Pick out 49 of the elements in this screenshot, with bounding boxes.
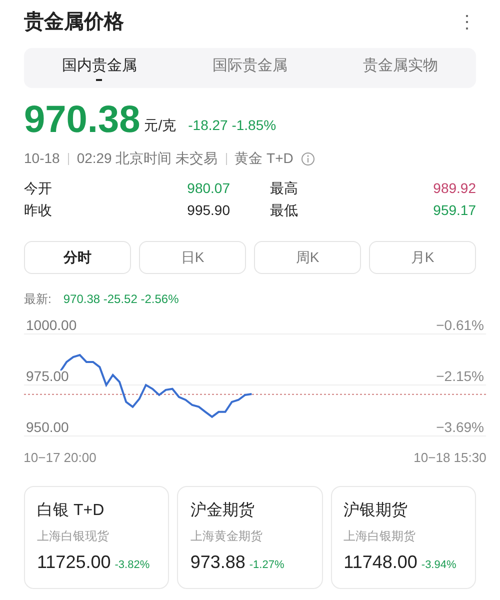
y-axis-label: 950.00: [26, 419, 69, 435]
tab[interactable]: 国际贵金属: [174, 48, 326, 88]
stat-value: 995.90: [187, 201, 230, 220]
y-axis-label: 1000.00: [26, 317, 77, 333]
stat-label: 最高: [270, 179, 298, 198]
latest-value: 970.38 -25.52 -2.56%: [63, 291, 179, 308]
market-card[interactable]: 白银 T+D 上海白银现货 11725.00 -3.82%: [24, 486, 170, 589]
stat-label: 昨收: [24, 201, 52, 220]
card-title: 沪金期货: [190, 500, 256, 521]
quote-date: 10-18: [24, 149, 60, 168]
stat-label: 最低: [270, 201, 298, 220]
stat-label: 今开: [24, 179, 52, 198]
card-price: 973.88: [190, 551, 246, 574]
price-change: -18.27 -1.85%: [188, 116, 276, 135]
page-title: 贵金属价格: [24, 10, 124, 35]
period-tab[interactable]: 分时: [24, 241, 131, 274]
card-title: 沪银期货: [344, 500, 409, 521]
latest-label: 最新:: [24, 291, 52, 308]
card-subtitle: 上海白银现货: [37, 528, 110, 545]
current-price: 970.38: [24, 100, 140, 140]
quote-time: 02:29 北京时间 未交易: [76, 149, 218, 168]
percent-label: −0.61%: [436, 317, 484, 333]
card-price: 11725.00: [37, 551, 111, 574]
info-icon[interactable]: [301, 152, 316, 166]
market-card[interactable]: 沪金期货 上海黄金期货 973.88 -1.27%: [177, 486, 323, 589]
card-subtitle: 上海白银期货: [344, 528, 417, 545]
percent-label: −2.15%: [436, 368, 484, 384]
x-axis-label: 10−18 15:30: [414, 450, 486, 465]
period-tab[interactable]: 周K: [254, 241, 361, 274]
tab[interactable]: 国内贵金属: [24, 48, 175, 88]
card-change: -3.82%: [114, 558, 150, 573]
period-tab[interactable]: 日K: [139, 241, 246, 274]
tab[interactable]: 贵金属实物: [325, 48, 476, 88]
card-change: -1.27%: [249, 558, 284, 573]
x-axis-label: 10−17 20:00: [24, 450, 96, 465]
period-tab[interactable]: 月K: [369, 241, 476, 274]
card-title: 白银 T+D: [37, 501, 106, 521]
y-axis-label: 975.00: [26, 368, 69, 384]
stat-value: 980.07: [187, 179, 230, 198]
price-unit: 元/克: [144, 116, 176, 135]
card-change: -3.94%: [421, 558, 456, 573]
stat-value: 959.17: [433, 201, 476, 220]
market-card[interactable]: 沪银期货 上海白银期货 11748.00 -3.94%: [330, 486, 476, 589]
more-menu-button[interactable]: ⋮: [458, 8, 476, 36]
product-name: 黄金 T+D: [234, 149, 294, 168]
card-price: 11748.00: [344, 551, 418, 574]
percent-label: −3.69%: [436, 419, 484, 435]
card-subtitle: 上海黄金期货: [190, 528, 264, 545]
stat-value: 989.92: [433, 179, 476, 198]
